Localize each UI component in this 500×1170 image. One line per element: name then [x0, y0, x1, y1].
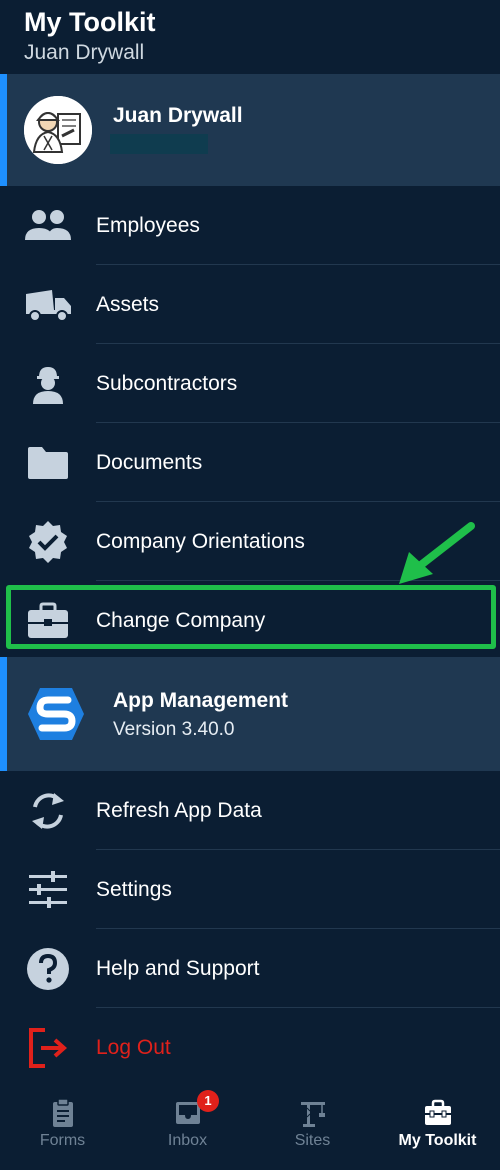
menu-item-documents[interactable]: Documents [0, 423, 500, 502]
page-title: My Toolkit [24, 7, 156, 37]
card-accent-bar [0, 657, 7, 771]
truck-icon [24, 283, 72, 327]
folder-icon [24, 441, 72, 485]
nav-label: My Toolkit [398, 1132, 477, 1149]
menu-label: Help and Support [96, 957, 260, 980]
menu-label: Employees [96, 214, 200, 237]
bottom-nav: Forms 1 Inbox Sites My Toolkit [0, 1090, 500, 1160]
avatar [24, 96, 92, 164]
menu-label: Refresh App Data [96, 799, 262, 822]
menu-item-subcontractors[interactable]: Subcontractors [0, 344, 500, 423]
menu-label: Settings [96, 878, 172, 901]
refresh-icon [24, 789, 72, 833]
nav-label: Forms [39, 1132, 86, 1149]
toolbox-icon [424, 1099, 451, 1125]
menu-label: Subcontractors [96, 372, 238, 395]
nav-label: Sites [294, 1132, 331, 1149]
menu-label: Log Out [96, 1036, 171, 1059]
people-icon [24, 204, 72, 248]
menu-label: Assets [96, 293, 160, 316]
redacted-field [110, 134, 208, 154]
logout-icon [24, 1026, 72, 1070]
menu-label: Company Orientations [96, 530, 305, 553]
profile-card[interactable]: Juan Drywall [0, 74, 500, 186]
annotation-arrow [399, 522, 475, 584]
app-title: App Management [113, 689, 289, 712]
nav-tab-forms[interactable]: Forms [0, 1090, 125, 1160]
app-version: Version 3.40.0 [113, 719, 235, 740]
menu-item-help[interactable]: Help and Support [0, 929, 500, 1008]
menu-label: Documents [96, 451, 203, 474]
card-accent-bar [0, 74, 7, 186]
nav-tab-my-toolkit[interactable]: My Toolkit [375, 1090, 500, 1160]
app-header: My Toolkit Juan Drywall [0, 0, 500, 74]
app-logo-icon [28, 688, 84, 740]
crane-icon [300, 1102, 325, 1127]
app-management-card[interactable]: App Management Version 3.40.0 [0, 657, 500, 771]
notification-badge: 1 [197, 1090, 219, 1112]
worker-icon [24, 362, 72, 406]
menu-item-assets[interactable]: Assets [0, 265, 500, 344]
sliders-icon [24, 868, 72, 912]
bottom-strip [0, 1160, 500, 1170]
nav-tab-inbox[interactable]: 1 Inbox [125, 1090, 250, 1160]
page-subtitle: Juan Drywall [24, 41, 145, 64]
menu-item-refresh[interactable]: Refresh App Data [0, 771, 500, 850]
profile-name: Juan Drywall [113, 104, 243, 127]
nav-tab-sites[interactable]: Sites [250, 1090, 375, 1160]
menu-item-logout[interactable]: Log Out [0, 1008, 500, 1087]
nav-label: Inbox [167, 1132, 208, 1149]
menu-item-settings[interactable]: Settings [0, 850, 500, 929]
highlight-box [6, 585, 496, 649]
clipboard-icon [52, 1098, 73, 1127]
menu-item-employees[interactable]: Employees [0, 186, 500, 265]
help-icon [24, 947, 72, 991]
verified-badge-icon [24, 520, 72, 564]
